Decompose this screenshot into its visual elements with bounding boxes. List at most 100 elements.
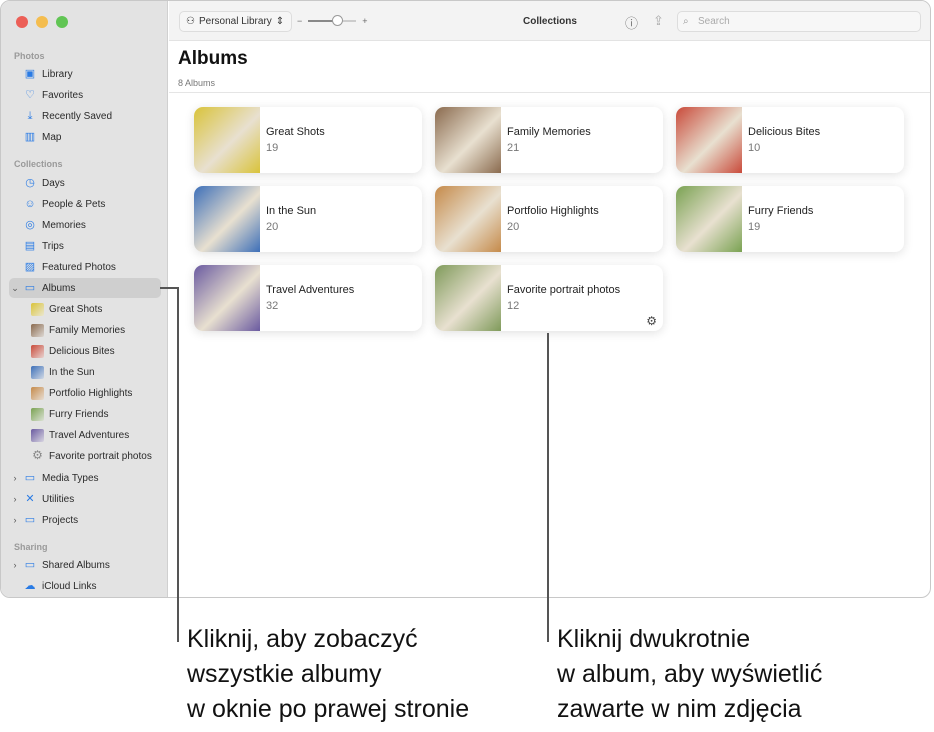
sidebar-item-trips[interactable]: ▤ Trips [9,236,161,256]
label: Portfolio Highlights [49,387,133,399]
page-title: Albums [178,48,248,69]
sidebar-album-item[interactable]: Great Shots [9,299,161,319]
album-card[interactable]: Furry Friends 19 [676,186,904,252]
toolbar: ⚇ Personal Library ⇕ − + Collections ⓘ ⇪ ⌕ S… [169,1,930,41]
map-icon: ▥ [24,130,36,143]
search-input[interactable]: ⌕ Search [677,11,921,32]
person-icon: ☺ [24,197,36,210]
label: Recently Saved [42,110,113,122]
slider-knob[interactable] [332,15,344,26]
label: Media Types [42,472,99,484]
chevron-right-icon[interactable]: › [9,515,21,525]
close-button[interactable] [16,16,28,28]
album-thumbnail [435,186,501,252]
library-icon: ▣ [24,67,36,80]
shared-album-icon: ▭ [24,558,36,571]
album-photo-count: 20 [507,221,520,233]
sidebar-item-albums[interactable]: ⌄ ▭ Albums [9,278,161,298]
album-card[interactable]: In the Sun 20 [194,186,422,252]
callout-text: w album, aby wyświetlić [557,660,823,688]
sidebar-item-library[interactable]: ▣ Library [9,64,161,84]
chevron-right-icon[interactable]: › [9,473,21,483]
album-photo-count: 12 [507,300,520,312]
label: iCloud Links [42,580,97,592]
sidebar-album-item[interactable]: Family Memories [9,320,161,340]
sidebar-album-item[interactable]: Delicious Bites [9,341,161,361]
sidebar-item-media-types[interactable]: › ▭ Media Types [9,468,161,488]
library-picker[interactable]: ⚇ Personal Library ⇕ [179,11,292,32]
sidebar-album-item[interactable]: Portfolio Highlights [9,383,161,403]
label: Travel Adventures [49,429,130,441]
sidebar-item-projects[interactable]: › ▭ Projects [9,510,161,530]
download-icon: ⤓ [27,109,33,122]
sidebar-item-map[interactable]: ▥ Map [9,127,161,147]
album-photo-count: 32 [266,300,279,312]
label: Projects [42,514,79,526]
suitcase-icon: ▤ [24,239,36,252]
label: Family Memories [49,324,126,336]
cloud-link-icon: ☁ [24,579,36,592]
label: In the Sun [49,366,95,378]
album-thumbnail [31,386,44,400]
label: Furry Friends [49,408,109,420]
callout-text: Kliknij, aby zobaczyć [187,625,418,653]
sidebar-album-item[interactable]: ⚙ Favorite portrait photos [9,446,161,466]
label: Utilities [42,493,75,505]
album-name: Furry Friends [748,205,814,217]
sidebar-item-icloud-links[interactable]: ☁ iCloud Links [9,576,161,596]
sidebar-item-featured-photos[interactable]: ▨ Featured Photos [9,257,161,277]
album-thumbnail [31,428,44,442]
album-card[interactable]: Family Memories 21 [435,107,663,173]
sidebar-item-recently-saved[interactable]: ⤓ Recently Saved [9,106,161,126]
share-icon[interactable]: ⇪ [653,13,664,29]
section-photos: Photos [14,51,45,61]
sidebar-album-item[interactable]: In the Sun [9,362,161,382]
sidebar-item-days[interactable]: ◷ Days [9,173,161,193]
callout-line-left [177,287,179,642]
album-card[interactable]: Travel Adventures 32 [194,265,422,331]
album-icon: ▭ [24,281,36,294]
smart-album-gear-icon: ⚙ [646,314,657,328]
zoom-slider[interactable]: − + [297,15,368,26]
sidebar-item-memories[interactable]: ◎ Memories [9,215,161,235]
album-thumbnail [194,265,260,331]
album-card[interactable]: Delicious Bites 10 [676,107,904,173]
sidebar: Photos ▣ Library ♡ Favorites ⤓ Recently Sav… [1,1,168,597]
chevron-right-icon[interactable]: › [9,560,21,570]
zoom-button[interactable] [56,16,68,28]
album-thumbnail [31,365,44,379]
album-thumbnail [676,107,742,173]
sidebar-album-item[interactable]: Furry Friends [9,404,161,424]
slider-track[interactable] [308,15,357,26]
folder-icon: ▭ [24,471,36,484]
chevron-down-icon[interactable]: ⌄ [9,283,21,294]
window-title: Collections [523,16,577,27]
search-icon: ⌕ [683,16,689,27]
album-card[interactable]: Favorite portrait photos 12 ⚙ [435,265,663,331]
album-photo-count: 19 [748,221,761,233]
sidebar-album-item[interactable]: Travel Adventures [9,425,161,445]
heart-icon: ♡ [25,88,35,101]
section-collections: Collections [14,159,63,169]
label: Shared Albums [42,559,110,571]
info-icon[interactable]: ⓘ [625,13,638,32]
sidebar-item-shared-albums[interactable]: › ▭ Shared Albums [9,555,161,575]
album-card[interactable]: Portfolio Highlights 20 [435,186,663,252]
album-card[interactable]: Great Shots 19 [194,107,422,173]
label: Days [42,177,65,189]
label: People & Pets [42,198,106,210]
library-label: Personal Library [198,16,272,27]
minimize-button[interactable] [36,16,48,28]
callout-text: w oknie po prawej stronie [187,695,470,723]
album-thumbnail [676,186,742,252]
album-photo-count: 10 [748,142,761,154]
callout-line-right [547,333,549,642]
album-name: Travel Adventures [266,284,355,296]
divider [169,92,930,93]
sidebar-item-people-pets[interactable]: ☺ People & Pets [9,194,161,214]
sidebar-item-utilities[interactable]: › ✕ Utilities [9,489,161,509]
sidebar-item-favorites[interactable]: ♡ Favorites [9,85,161,105]
chevron-right-icon[interactable]: › [9,494,21,504]
zoom-out-label: − [297,16,303,26]
callout-text: Kliknij dwukrotnie [557,625,751,653]
